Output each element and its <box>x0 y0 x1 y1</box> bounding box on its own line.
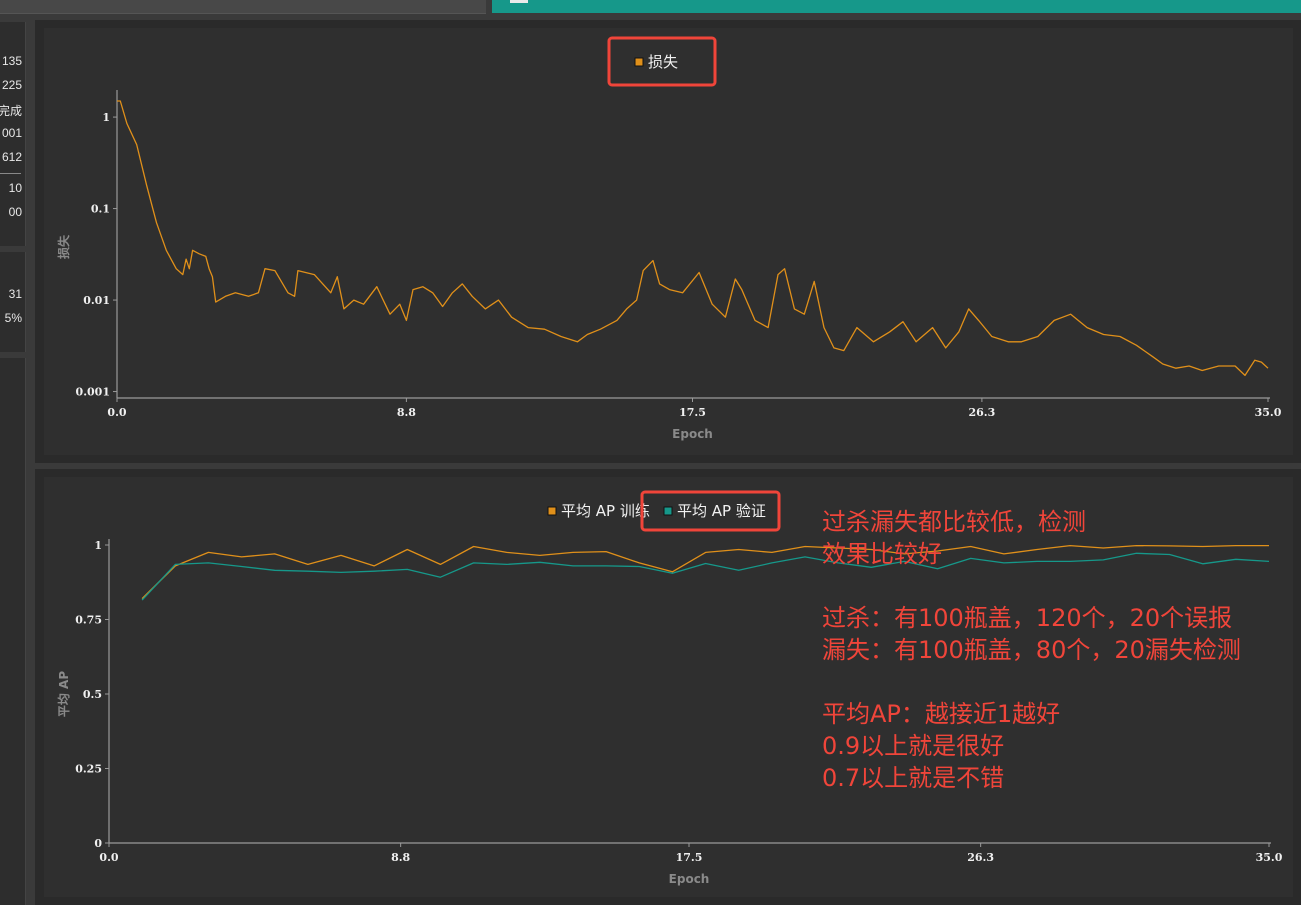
annotation-line: 效果比较好 <box>822 540 942 568</box>
x-tick-label: 26.3 <box>968 406 995 419</box>
y-tick-label: 0.1 <box>91 203 110 216</box>
x-tick-label: 0.0 <box>99 851 118 864</box>
annotation-line <box>822 570 1241 602</box>
y-tick-label: 1 <box>102 111 110 124</box>
x-axis-title: Epoch <box>669 872 710 886</box>
annotation-line: 0.7以上就是不错 <box>822 764 1005 792</box>
y-tick-label: 1 <box>94 539 102 552</box>
sidebar-divider <box>0 173 21 174</box>
loss-chart: 0.0010.010.110.0 8.8 17.5 26.3 35.0Epoch损失损失 <box>56 36 1282 441</box>
annotation-line: 漏失：有100瓶盖，80个，20漏失检测 <box>822 636 1241 664</box>
sidebar-value: 135 <box>1 54 22 68</box>
x-tick-label: 8.8 <box>391 851 410 864</box>
sidebar-value: 5% <box>4 311 22 325</box>
sidebar-value: 612 <box>1 150 22 164</box>
sidebar-value: 001 <box>1 126 22 140</box>
sidebar-value: 00 <box>8 205 22 219</box>
y-axis-title: 损失 <box>56 234 71 259</box>
y-axis-title: 平均 AP <box>56 671 71 717</box>
annotation-line <box>822 666 1241 698</box>
annotation-line: 0.9以上就是很好 <box>822 732 1005 760</box>
series-line-0 <box>117 100 1269 377</box>
legend-label: 平均 AP 训练 <box>561 502 650 520</box>
y-tick-label: 0.25 <box>75 763 102 776</box>
loss-chart-area: 0.001 0.01 0.1 1 0.0 8.8 17.5 26.3 35.0 Epoch 损失 损失 <box>44 28 1293 455</box>
x-tick-label: 0.0 <box>107 406 126 419</box>
side-panel-metrics: 31 5% <box>0 252 26 352</box>
legend-swatch <box>634 57 644 67</box>
x-tick-label: 8.8 <box>397 406 416 419</box>
annotation-note: 过杀漏失都比较低，检测 效果比较好 过杀：有100瓶盖，120个，20个误报 漏失：… <box>822 506 1241 794</box>
x-tick-label: 35.0 <box>1255 406 1282 419</box>
x-tick-label: 26.3 <box>967 851 994 864</box>
annotation-line: 过杀漏失都比较低，检测 <box>822 508 1086 536</box>
loss-chart-panel: 0.001 0.01 0.1 1 0.0 8.8 17.5 26.3 35.0 Epoch 损失 损失 <box>35 20 1301 463</box>
sidebar-value: 完成 <box>0 104 22 118</box>
y-tick-label: 0 <box>94 837 102 850</box>
legend-label: 平均 AP 验证 <box>677 502 766 520</box>
side-panel-stats: 135 225 完成 001 612 10 00 <box>0 22 26 246</box>
y-tick-label: 0.5 <box>83 688 102 701</box>
y-tick-label: 0.01 <box>83 294 110 307</box>
x-tick-label: 17.5 <box>676 851 703 864</box>
sidebar-value: 225 <box>1 78 22 92</box>
y-tick-label: 0.75 <box>75 614 102 627</box>
legend-swatch <box>547 506 557 516</box>
y-tick-label: 0.001 <box>76 386 110 399</box>
top-toolbar-right[interactable] <box>492 0 1301 13</box>
sidebar-value: 31 <box>8 287 22 301</box>
legend-label: 损失 <box>648 53 678 71</box>
top-toolbar-left <box>0 0 486 14</box>
side-panel-empty <box>0 358 26 905</box>
x-axis-title: Epoch <box>672 427 713 441</box>
x-tick-label: 35.0 <box>1256 851 1283 864</box>
menu-icon[interactable] <box>510 0 528 3</box>
annotation-line: 平均AP：越接近1越好 <box>822 700 1061 728</box>
x-tick-label: 17.5 <box>679 406 706 419</box>
annotation-line: 过杀：有100瓶盖，120个，20个误报 <box>822 604 1233 632</box>
legend-swatch <box>663 506 673 516</box>
sidebar-value: 10 <box>8 181 22 195</box>
